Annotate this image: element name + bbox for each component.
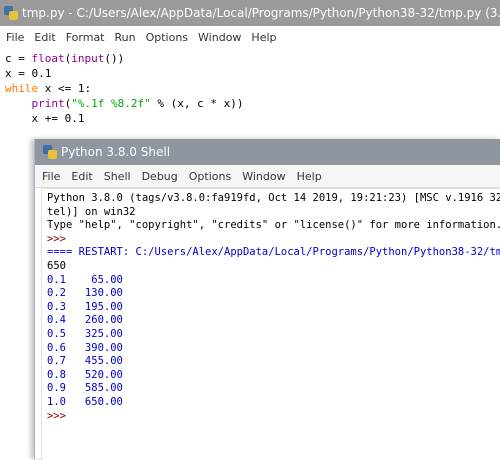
shell-title-bar[interactable]: Python 3.8.0 Shell — [35, 139, 500, 165]
code-line-4: print("%.1f %8.2f" % (x, c * x)) — [31, 97, 244, 110]
output-line: 0.6 390.00 — [47, 341, 123, 354]
menu-options[interactable]: Options — [140, 31, 192, 44]
shell-window-title: Python 3.8.0 Shell — [61, 145, 171, 159]
editor-title-bar[interactable]: tmp.py - C:/Users/Alex/AppData/Local/Pro… — [0, 0, 500, 26]
shell-menu-debug[interactable]: Debug — [135, 170, 182, 183]
output-line: 0.9 585.00 — [47, 382, 123, 395]
output-line: 0.2 130.00 — [47, 287, 123, 300]
shell-menu-shell[interactable]: Shell — [97, 170, 135, 183]
shell-menu-file[interactable]: File — [35, 170, 64, 183]
shell-output[interactable]: Python 3.8.0 (tags/v3.8.0:fa919fd, Oct 1… — [41, 188, 500, 460]
menu-window[interactable]: Window — [192, 31, 245, 44]
output-line: 0.4 260.00 — [47, 314, 123, 327]
shell-menu-edit[interactable]: Edit — [64, 170, 96, 183]
banner-line-2: tel)] on win32 — [47, 205, 136, 218]
menu-edit[interactable]: Edit — [28, 31, 59, 44]
banner-line-1: Python 3.8.0 (tags/v3.8.0:fa919fd, Oct 1… — [47, 192, 500, 204]
shell-menu-window[interactable]: Window — [235, 170, 289, 183]
input-value: 650 — [47, 260, 66, 272]
output-line: 1.0 650.00 — [47, 396, 123, 408]
menu-run[interactable]: Run — [109, 31, 140, 44]
code-line-2: x = 0.1 — [5, 67, 52, 80]
output-line: 0.5 325.00 — [47, 328, 123, 340]
shell-prompt: >>> — [47, 232, 66, 245]
banner-line-3: Type "help", "copyright", "credits" or "… — [47, 219, 500, 232]
python-icon — [43, 145, 57, 159]
shell-menu-bar: File Edit Shell Debug Options Window Hel… — [35, 165, 500, 188]
menu-help[interactable]: Help — [245, 31, 280, 44]
output-line: 0.8 520.00 — [47, 368, 123, 381]
shell-menu-options[interactable]: Options — [182, 170, 235, 183]
shell-window: Python 3.8.0 Shell File Edit Shell Debug… — [34, 139, 500, 460]
code-line-1: c = float(input()) — [5, 52, 125, 65]
menu-file[interactable]: File — [0, 31, 28, 44]
output-line: 0.1 65.00 — [47, 273, 123, 286]
shell-menu-help[interactable]: Help — [290, 170, 326, 183]
output-line: 0.7 455.00 — [47, 355, 123, 368]
final-prompt: >>> — [47, 409, 66, 422]
output-line: 0.3 195.00 — [47, 300, 123, 313]
python-icon — [4, 6, 18, 20]
editor-window-title: tmp.py - C:/Users/Alex/AppData/Local/Pro… — [22, 6, 500, 20]
editor-menu-bar: File Edit Format Run Options Window Help — [0, 26, 500, 48]
menu-format[interactable]: Format — [60, 31, 109, 44]
code-line-5: x += 0.1 — [5, 112, 85, 125]
restart-line: ==== RESTART: C:/Users/Alex/AppData/Loca… — [47, 246, 500, 259]
code-line-3: while x <= 1: — [5, 82, 92, 95]
